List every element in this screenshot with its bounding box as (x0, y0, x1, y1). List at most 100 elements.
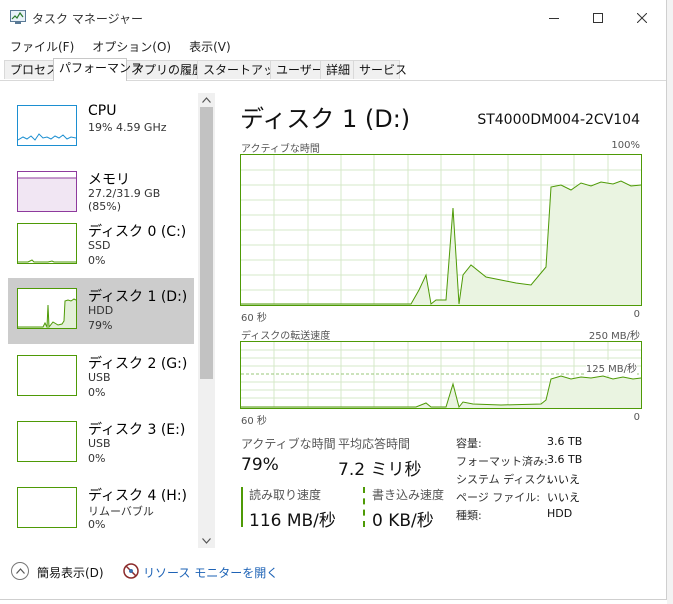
transfer-graph-label: ディスクの転送速度 (241, 331, 331, 342)
tab-users[interactable]: ユーザー (270, 60, 324, 79)
maximize-button[interactable] (576, 0, 620, 36)
sidebar-item-disk-0[interactable]: ディスク 0 (C:) SSD 0% (8, 213, 194, 279)
sidebar-item-detail: 27.2/31.9 GB (85%) (88, 187, 161, 213)
scroll-down-button[interactable] (198, 534, 215, 548)
transfer-graph-x-left: 60 秒 (241, 416, 267, 427)
system-disk-value: いいえ (547, 473, 580, 486)
scroll-up-button[interactable] (198, 93, 215, 107)
chevron-up-icon (15, 568, 25, 574)
capacity-value: 3.6 TB (547, 435, 583, 448)
fewer-details-button[interactable] (11, 562, 29, 580)
active-time-graph-max: 100% (611, 140, 640, 151)
sidebar-item-label: CPU (88, 103, 117, 119)
menu-file[interactable]: ファイル(F) (0, 36, 82, 56)
type-value: HDD (547, 507, 573, 520)
read-speed-value: 116 MB/秒 (249, 511, 336, 531)
menu-options[interactable]: オプション(O) (82, 36, 179, 56)
tab-startup[interactable]: スタートアップ (197, 60, 287, 79)
transfer-rate-graph-plot (241, 342, 641, 408)
sidebar-item-label: ディスク 4 (H:) (88, 488, 187, 504)
maximize-icon (593, 13, 603, 23)
active-time-label: アクティブな時間 (241, 437, 336, 451)
transfer-graph-x-right: 0 (633, 412, 640, 423)
minimize-button[interactable] (532, 0, 576, 36)
formatted-label: フォーマット済み: (456, 455, 548, 468)
system-disk-label: システム ディスク: (456, 473, 551, 486)
sidebar-item-label: メモリ (88, 172, 130, 188)
disk-0-mini-graph (17, 223, 77, 264)
task-manager-app-icon (10, 10, 26, 24)
window-title: タスク マネージャー (32, 12, 143, 26)
sidebar-item-disk-1[interactable]: ディスク 1 (D:) HDD 79% (8, 278, 194, 344)
sidebar-item-usage: 0% (88, 518, 106, 531)
chevron-down-icon (202, 538, 211, 544)
tab-processes[interactable]: プロセス (4, 60, 58, 79)
sidebar-item-type: リムーバブル (88, 505, 154, 518)
active-time-value: 79% (241, 455, 279, 475)
read-speed-label: 読み取り速度 (249, 488, 322, 502)
sidebar-item-disk-4[interactable]: ディスク 4 (H:) リムーバブル 0% (8, 477, 194, 543)
tab-services[interactable]: サービス (353, 60, 407, 79)
sidebar-item-detail: 19% 4.59 GHz (88, 121, 167, 134)
footer: 簡易表示(D) リソース モニターを開く (0, 556, 666, 588)
resource-list: CPU 19% 4.59 GHz メモリ 27.2/31.9 GB (85%) … (0, 81, 200, 551)
active-time-graph-plot (241, 155, 641, 305)
sidebar-item-type: HDD (88, 304, 114, 317)
sidebar-item-cpu[interactable]: CPU 19% 4.59 GHz (8, 95, 194, 161)
capacity-label: 容量: (456, 437, 482, 450)
sidebar-item-label: ディスク 0 (C:) (88, 224, 187, 240)
close-button[interactable] (620, 0, 664, 36)
memory-mini-graph (17, 171, 77, 212)
page-file-value: いいえ (547, 491, 580, 504)
disk-1-mini-graph (17, 288, 77, 329)
sidebar-item-label: ディスク 3 (E:) (88, 422, 186, 438)
disk-2-mini-graph (17, 355, 77, 396)
tab-performance[interactable]: パフォーマンス (53, 58, 143, 81)
sidebar-item-label: ディスク 2 (G:) (88, 356, 188, 372)
chevron-up-icon (202, 97, 211, 103)
write-speed-indicator (363, 487, 365, 527)
transfer-rate-graph: 125 MB/秒 (240, 341, 642, 409)
active-time-graph-x-right: 0 (633, 309, 640, 320)
title-bar[interactable]: タスク マネージャー (0, 0, 666, 36)
sidebar-item-type: USB (88, 437, 111, 450)
tab-bar: プロセス パフォーマンス アプリの履歴 スタートアップ ユーザー 詳細 サービス (0, 58, 666, 81)
sidebar-item-label: ディスク 1 (D:) (88, 289, 188, 305)
sidebar-item-disk-3[interactable]: ディスク 3 (E:) USB 0% (8, 411, 194, 477)
disk-3-mini-graph (17, 421, 77, 462)
write-speed-label: 書き込み速度 (372, 488, 445, 502)
avg-response-value: 7.2 ミリ秒 (338, 460, 422, 480)
scroll-thumb[interactable] (200, 107, 213, 379)
active-time-graph-x-left: 60 秒 (241, 313, 267, 324)
formatted-value: 3.6 TB (547, 453, 583, 466)
active-time-graph-label: アクティブな時間 (241, 144, 320, 155)
menu-view[interactable]: 表示(V) (179, 36, 239, 56)
sidebar-item-usage: 0% (88, 254, 106, 267)
tab-details[interactable]: 詳細 (320, 60, 354, 79)
write-speed-value: 0 KB/秒 (372, 511, 434, 531)
cpu-mini-graph (17, 105, 77, 146)
sidebar-item-disk-2[interactable]: ディスク 2 (G:) USB 0% (8, 345, 194, 411)
resource-monitor-icon (123, 563, 139, 579)
close-icon (637, 13, 647, 23)
fewer-details-link[interactable]: 簡易表示(D) (37, 564, 104, 581)
sidebar-item-usage: 0% (88, 386, 106, 399)
page-file-label: ページ ファイル: (456, 491, 540, 504)
avg-response-label: 平均応答時間 (338, 437, 411, 451)
menu-bar: ファイル(F) オプション(O) 表示(V) (0, 36, 239, 56)
task-manager-window: タスク マネージャー ファイル(F) オプション(O) 表示(V) プロセス パ… (0, 0, 667, 600)
type-label: 種類: (456, 509, 482, 522)
sidebar-item-usage: 79% (88, 319, 113, 332)
sidebar-scrollbar[interactable] (198, 93, 215, 548)
sidebar-item-type: SSD (88, 239, 111, 252)
sidebar-item-type: USB (88, 371, 111, 384)
background-window-edge (667, 0, 673, 604)
active-time-graph (240, 154, 642, 306)
sidebar-item-usage: 0% (88, 452, 106, 465)
minimize-icon (549, 18, 559, 19)
open-resource-monitor-link[interactable]: リソース モニターを開く (143, 564, 278, 581)
disk-model: ST4000DM004-2CV104 (477, 112, 640, 128)
disk-title: ディスク 1 (D:) (240, 105, 411, 133)
disk-4-mini-graph (17, 487, 77, 528)
transfer-graph-max: 250 MB/秒 (588, 331, 640, 342)
